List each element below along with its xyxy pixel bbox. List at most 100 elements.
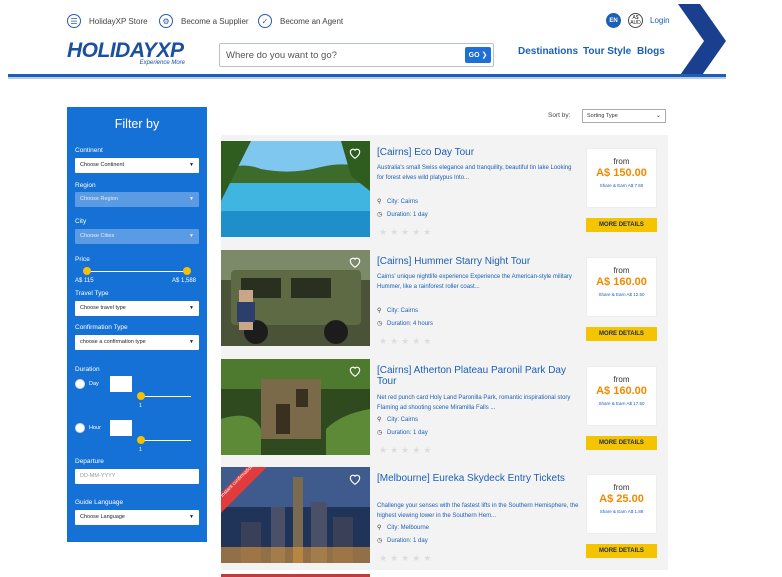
departure-label: Departure [75,458,104,465]
more-details-button[interactable]: MORE DETAILS [586,436,657,450]
price-amount: A$ 160.00 [596,276,647,288]
price-amount: A$ 150.00 [596,167,647,179]
day-slider-value: 1 [139,403,143,409]
currency-selector[interactable]: A$ AUD [628,13,643,28]
listing-card[interactable]: [Cairns] Hummer Starry Night Tour Cairns… [221,250,668,353]
listing-card[interactable]: [Cairns] Atherton Plateau Paronil Park D… [221,359,668,462]
chevron-down-icon: ▼ [189,162,194,168]
sort-select[interactable]: Sorting Type ⌄ [582,109,666,123]
supplier-link[interactable]: ⚙ Become a Supplier [159,14,249,28]
heart-icon[interactable] [348,472,362,486]
duration-label: Duration [75,366,100,373]
location-pin-icon: ⚲ [377,417,382,423]
listing-card[interactable]: Instant confirmation [Melbourne] Eureka … [221,467,668,570]
confirmation-select[interactable]: choose a confirmation type ▼ [75,335,199,350]
day-slider-track [141,396,191,397]
nav-destinations[interactable]: Destinations [518,46,578,57]
listing-city: ⚲ City: Cairns [377,198,418,205]
heart-icon[interactable] [348,364,362,378]
listing-title[interactable]: [Melbourne] Eureka Skydeck Entry Tickets [377,473,577,484]
region-value: Choose Region [80,196,118,202]
listing-duration-text: Duration: 4 hours [387,321,434,327]
hour-input[interactable] [110,420,132,436]
go-label: GO [468,51,480,59]
listing-photo[interactable] [221,141,370,237]
confirmation-value: choose a confirmation type [80,339,146,345]
guide-label: Guide Language [75,499,124,506]
nav-blogs[interactable]: Blogs [637,46,665,57]
day-input[interactable] [110,376,132,392]
chevron-decoration-icon [678,4,726,78]
filter-sidebar: Filter by Continent Choose Continent ▼ Re… [67,107,207,542]
listing-photo[interactable] [221,359,370,455]
travel-type-label: Travel Type [75,290,109,297]
supplier-icon: ⚙ [159,14,173,28]
filter-title: Filter by [114,117,160,131]
agent-link[interactable]: ✓ Become an Agent [258,14,343,28]
continent-select[interactable]: Choose Continent ▼ [75,158,199,173]
day-slider-handle[interactable] [137,392,145,400]
listing-title[interactable]: [Cairns] Hummer Starry Night Tour [377,256,577,267]
listing-desc: Australia's small Swiss elegance and tra… [377,165,572,181]
more-details-button[interactable]: MORE DETAILS [586,218,657,232]
currency-code: AUD [630,19,641,26]
listing-city-text: City: Cairns [387,199,419,205]
listing-city-text: City: Cairns [387,308,419,314]
nav-tour-style[interactable]: Tour Style [583,46,631,57]
hour-slider-value: 1 [139,447,143,453]
supplier-link-label: Become a Supplier [181,16,249,26]
heart-icon[interactable] [348,146,362,160]
store-link[interactable]: ☰ HolidayXP Store [67,14,148,28]
day-radio[interactable] [75,379,85,389]
from-label: from [613,375,630,384]
sort-label: Sort by: [548,112,571,119]
price-label: Price [75,256,90,263]
price-amount: A$ 160.00 [596,385,647,397]
guide-select[interactable]: Choose Language ▼ [75,510,199,525]
location-pin-icon: ⚲ [377,525,382,531]
clock-icon: ◷ [377,212,383,218]
search-input[interactable] [226,48,456,62]
departure-input[interactable]: DD-MM-YYYY [75,469,199,484]
from-label: from [613,483,630,492]
price-box: from A$ 150.00 Share & Earn A$ 7.50 [586,148,657,208]
travel-type-select[interactable]: Choose travel type ▼ [75,301,199,316]
hour-radio[interactable] [75,423,85,433]
rating-stars: ★★★★★ [379,227,435,237]
travel-type-value: Choose travel type [80,305,126,311]
chevron-down-icon: ▼ [189,514,194,520]
clock-icon: ◷ [377,538,383,544]
listing-duration-text: Duration: 1 day [387,430,428,436]
chevron-down-icon: ▼ [189,196,194,202]
language-selector[interactable]: EN [606,13,621,28]
listing-city: ⚲ City: Cairns [377,307,418,314]
listing-city-text: City: Cairns [387,417,419,423]
price-max-handle[interactable] [183,267,191,275]
price-box: from A$ 160.00 Share & Earn A$ 12.50 [586,257,657,317]
listing-duration-text: Duration: 1 day [387,212,428,218]
from-label: from [613,157,630,166]
price-box: from A$ 25.00 Share & Earn A$ 1.88 [586,474,657,534]
listing-title[interactable]: [Cairns] Eco Day Tour [377,147,577,158]
city-select[interactable]: Choose Cities ▼ [75,229,199,244]
agent-link-label: Become an Agent [280,16,344,26]
price-min-handle[interactable] [83,267,91,275]
region-select[interactable]: Choose Region ▼ [75,192,199,207]
logo-text: HOLIDAYXP [67,39,184,62]
login-link[interactable]: Login [650,16,670,25]
listing-photo[interactable] [221,250,370,346]
listing-title[interactable]: [Cairns] Atherton Plateau Paronil Park D… [377,365,577,387]
continent-value: Choose Continent [80,162,125,168]
header-divider-light [8,77,726,79]
listing-photo[interactable]: Instant confirmation [221,467,370,563]
heart-icon[interactable] [348,255,362,269]
more-details-button[interactable]: MORE DETAILS [586,327,657,341]
listing-duration: ◷ Duration: 1 day [377,211,428,218]
more-details-button[interactable]: MORE DETAILS [586,544,657,558]
hour-slider-handle[interactable] [137,436,145,444]
listing-city: ⚲ City: Cairns [377,416,418,423]
logo[interactable]: HOLIDAYXP Experience More [67,40,191,70]
search-go-button[interactable]: GO ❯ [465,47,491,63]
chevron-down-icon: ▼ [189,233,194,239]
listing-card[interactable]: [Cairns] Eco Day Tour Australia's small … [221,141,668,244]
